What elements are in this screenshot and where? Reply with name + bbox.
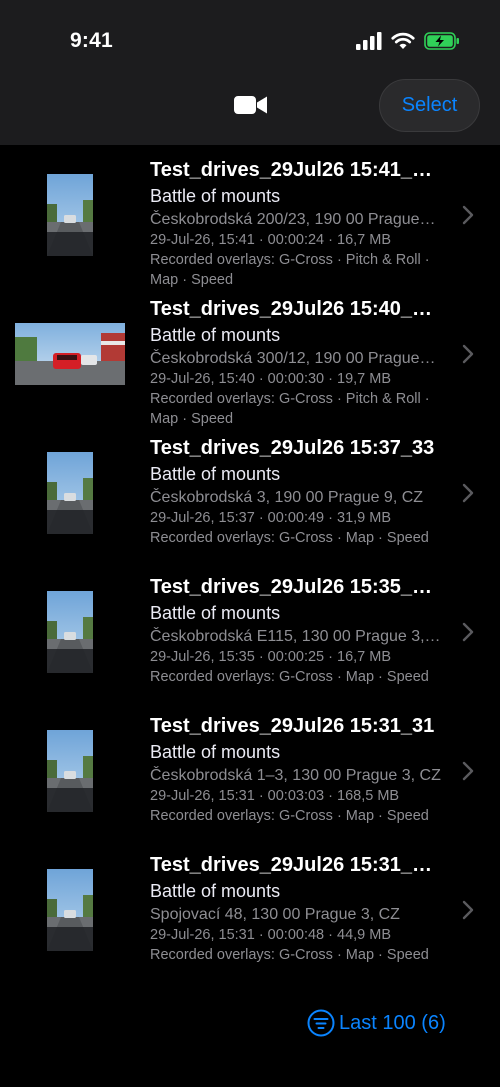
video-meta: 29-Jul-26, 15:31 · 00:03:03 · 168,5 MB xyxy=(150,788,400,804)
video-thumbnail[interactable] xyxy=(15,322,125,385)
video-meta: 29-Jul-26, 15:40 · 00:00:30 · 19,7 MB xyxy=(150,371,392,387)
video-info: Test_drives_29Jul26 15:37_33 Battle of m… xyxy=(150,436,455,548)
video-meta: 29-Jul-26, 15:37 · 00:00:49 · 31,9 MB xyxy=(150,510,392,526)
video-address: Českobrodská 1–3, 130 00 Prague 3, CZ xyxy=(150,767,441,784)
thumbnail-container xyxy=(0,701,140,840)
video-thumbnail[interactable] xyxy=(47,729,93,812)
video-thumbnail[interactable] xyxy=(47,590,93,673)
video-thumbnail[interactable] xyxy=(47,451,93,534)
chevron-right-icon xyxy=(462,344,474,363)
video-overlays: Recorded overlays: G-Cross · Map · Speed xyxy=(150,669,429,685)
video-title: Test_drives_29Jul26 15:35_… xyxy=(150,576,433,598)
video-row[interactable]: Test_drives_29Jul26 15:31_… Battle of mo… xyxy=(0,840,500,979)
thumbnail-container xyxy=(0,284,140,423)
chevron-right-icon xyxy=(462,205,474,224)
video-overlays: Recorded overlays: G-Cross · Map · Speed xyxy=(150,808,429,824)
video-address: Českobrodská 3, 190 00 Prague 9, CZ xyxy=(150,489,424,506)
thumbnail-container xyxy=(0,840,140,979)
video-address: Českobrodská E115, 130 00 Prague 3,… xyxy=(150,628,441,645)
video-overlays: Recorded overlays: G-Cross · Map · Speed xyxy=(150,530,429,546)
video-subtitle: Battle of mounts xyxy=(150,186,281,206)
video-meta: 29-Jul-26, 15:41 · 00:00:24 · 16,7 MB xyxy=(150,232,392,248)
video-address: Českobrodská 200/23, 190 00 Prague… xyxy=(150,211,436,228)
thumbnail-container xyxy=(0,145,140,284)
wifi-icon xyxy=(391,32,415,49)
select-button[interactable]: Select xyxy=(379,79,480,132)
video-title: Test_drives_29Jul26 15:31_… xyxy=(150,854,433,876)
video-info: Test_drives_29Jul26 15:31_31 Battle of m… xyxy=(150,714,455,826)
video-address: Spojovací 48, 130 00 Prague 3, CZ xyxy=(150,906,400,923)
video-row[interactable]: Test_drives_29Jul26 15:41_… Battle of mo… xyxy=(0,145,500,288)
video-subtitle: Battle of mounts xyxy=(150,325,281,345)
top-bar: 9:41 Select xyxy=(0,0,500,145)
thumbnail-container xyxy=(0,562,140,701)
video-row[interactable]: Test_drives_29Jul26 15:37_33 Battle of m… xyxy=(0,423,500,562)
video-row[interactable]: Test_drives_29Jul26 15:35_… Battle of mo… xyxy=(0,562,500,701)
battery-charging-icon xyxy=(424,32,459,50)
video-meta: 29-Jul-26, 15:35 · 00:00:25 · 16,7 MB xyxy=(150,649,392,665)
chevron-right-icon xyxy=(462,761,474,780)
video-row[interactable]: Test_drives_29Jul26 15:40_… Battle of mo… xyxy=(0,284,500,427)
filter-label: Last 100 (6) xyxy=(339,1011,446,1034)
video-address: Českobrodská 300/12, 190 00 Prague… xyxy=(150,350,436,367)
status-time: 9:41 xyxy=(70,29,113,52)
chevron-right-icon xyxy=(462,483,474,502)
video-library-screen: 9:41 Select Test_drives_29Jul26 15:41_… … xyxy=(0,0,500,1087)
video-title: Test_drives_29Jul26 15:31_31 xyxy=(150,715,435,737)
video-title: Test_drives_29Jul26 15:37_33 xyxy=(150,437,435,459)
video-title: Test_drives_29Jul26 15:40_… xyxy=(150,298,433,320)
video-row[interactable]: Test_drives_29Jul26 15:31_31 Battle of m… xyxy=(0,701,500,840)
status-icons xyxy=(356,29,460,53)
video-subtitle: Battle of mounts xyxy=(150,603,281,623)
video-list: Test_drives_29Jul26 15:41_… Battle of mo… xyxy=(0,145,500,979)
video-meta: 29-Jul-26, 15:31 · 00:00:48 · 44,9 MB xyxy=(150,927,392,943)
chevron-right-icon xyxy=(462,622,474,641)
video-title: Test_drives_29Jul26 15:41_… xyxy=(150,159,433,181)
filter-button[interactable]: Last 100 (6) xyxy=(307,1009,446,1037)
video-camera-icon[interactable] xyxy=(234,93,268,117)
video-subtitle: Battle of mounts xyxy=(150,464,281,484)
video-subtitle: Battle of mounts xyxy=(150,742,281,762)
filter-icon xyxy=(307,1009,335,1037)
video-thumbnail[interactable] xyxy=(47,173,93,256)
video-thumbnail[interactable] xyxy=(47,868,93,951)
cellular-signal-icon xyxy=(356,32,382,50)
chevron-right-icon xyxy=(462,900,474,919)
video-info: Test_drives_29Jul26 15:31_… Battle of mo… xyxy=(150,853,455,965)
thumbnail-container xyxy=(0,423,140,562)
video-info: Test_drives_29Jul26 15:40_… Battle of mo… xyxy=(150,297,455,429)
video-info: Test_drives_29Jul26 15:35_… Battle of mo… xyxy=(150,575,455,687)
video-overlays: Recorded overlays: G-Cross · Map · Speed xyxy=(150,947,429,963)
video-info: Test_drives_29Jul26 15:41_… Battle of mo… xyxy=(150,158,455,290)
video-subtitle: Battle of mounts xyxy=(150,881,281,901)
